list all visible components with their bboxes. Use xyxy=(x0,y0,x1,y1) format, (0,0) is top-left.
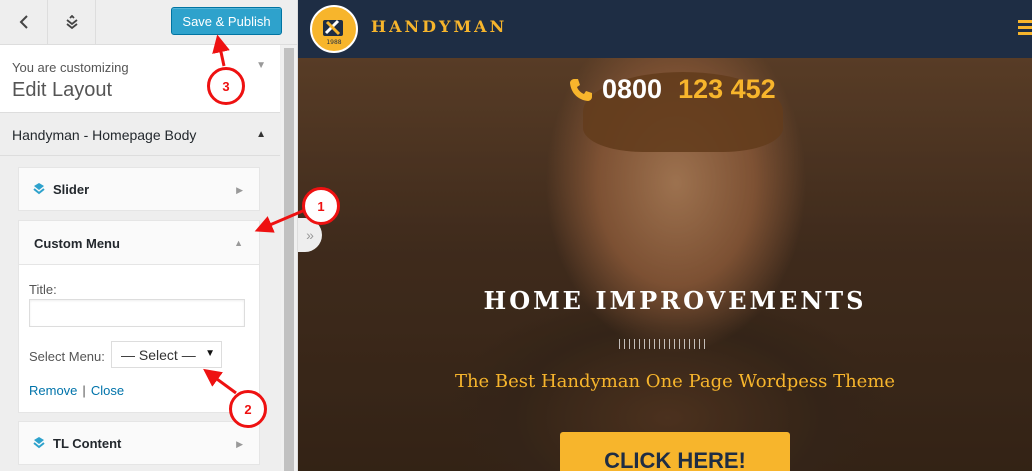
widget-title: TL Content xyxy=(53,436,122,451)
layers-icon xyxy=(65,15,78,29)
brand-name[interactable]: HANDYMAN xyxy=(371,17,507,36)
customizer-topbar: Save & Publish xyxy=(0,0,297,45)
scrollbar-thumb[interactable] xyxy=(284,48,294,471)
chevron-down-icon: ▼ xyxy=(205,348,215,359)
widget-tl-content[interactable]: TL Content ▶ xyxy=(18,421,260,465)
close-link[interactable]: Close xyxy=(91,383,124,398)
collapse-panel-button[interactable] xyxy=(48,0,96,44)
section-homepage-body[interactable]: Handyman - Homepage Body ▲ xyxy=(0,113,280,156)
collapse-arrow-icon: ▲ xyxy=(256,129,266,140)
site-logo[interactable]: 1988 xyxy=(310,5,358,53)
link-separator: | xyxy=(82,383,86,398)
expand-arrow-icon: ▶ xyxy=(236,185,243,195)
section-title: Handyman - Homepage Body xyxy=(12,127,197,143)
info-toggle-icon[interactable]: ▼ xyxy=(256,60,266,71)
customizer-info: You are customizing Edit Layout ▼ xyxy=(0,45,280,113)
cta-button[interactable]: CLICK HERE! xyxy=(560,432,790,471)
select-menu-label: Select Menu: xyxy=(29,349,105,364)
hero-subtitle: The Best Handyman One Page Wordpess Them… xyxy=(454,371,896,392)
phone-icon xyxy=(570,78,592,101)
hero-divider xyxy=(619,339,707,349)
hero-section xyxy=(298,58,1032,471)
expand-arrow-icon: ▶ xyxy=(236,439,243,449)
siteorigin-icon xyxy=(33,437,45,449)
widget-title: Custom Menu xyxy=(34,236,120,251)
widget-actions: Remove | Close xyxy=(29,383,124,398)
hero-overlay xyxy=(298,58,1032,471)
phone-prefix: 0800 xyxy=(602,74,663,104)
site-preview: 1988 HANDYMAN 0800 123 452 HOME IMPROVEME… xyxy=(298,0,1032,471)
remove-link[interactable]: Remove xyxy=(29,383,77,398)
widget-custom-menu: Custom Menu ▲ Title: Select Menu: — Sele… xyxy=(18,220,260,413)
siteorigin-icon xyxy=(33,183,45,195)
hero-headline: HOME IMPROVEMENTS xyxy=(483,286,867,315)
chevron-left-icon xyxy=(19,15,28,29)
widget-header[interactable]: Custom Menu ▲ xyxy=(19,221,259,265)
site-header: 1988 HANDYMAN xyxy=(298,0,1032,58)
customizing-label: You are customizing xyxy=(12,60,129,75)
widget-title: Slider xyxy=(53,182,90,197)
logo-year: 1988 xyxy=(326,39,341,46)
page-title: Edit Layout xyxy=(12,79,113,101)
title-input[interactable] xyxy=(29,299,245,327)
customizer-sidebar: Save & Publish You are customizing Edit … xyxy=(0,0,298,471)
wrench-hammer-icon: 1988 xyxy=(323,19,343,46)
save-publish-button[interactable]: Save & Publish xyxy=(171,7,282,35)
back-button[interactable] xyxy=(0,0,48,44)
menu-select[interactable]: — Select — ▼ xyxy=(111,341,222,368)
phone-digits: 123 452 xyxy=(678,74,776,104)
phone-number: 0800 123 452 xyxy=(568,74,776,105)
collapse-arrow-icon: ▲ xyxy=(234,238,243,248)
hamburger-menu-icon[interactable] xyxy=(1018,20,1032,36)
widget-slider[interactable]: Slider ▶ xyxy=(18,167,260,211)
select-value: — Select — xyxy=(121,346,196,363)
title-label: Title: xyxy=(29,282,57,297)
